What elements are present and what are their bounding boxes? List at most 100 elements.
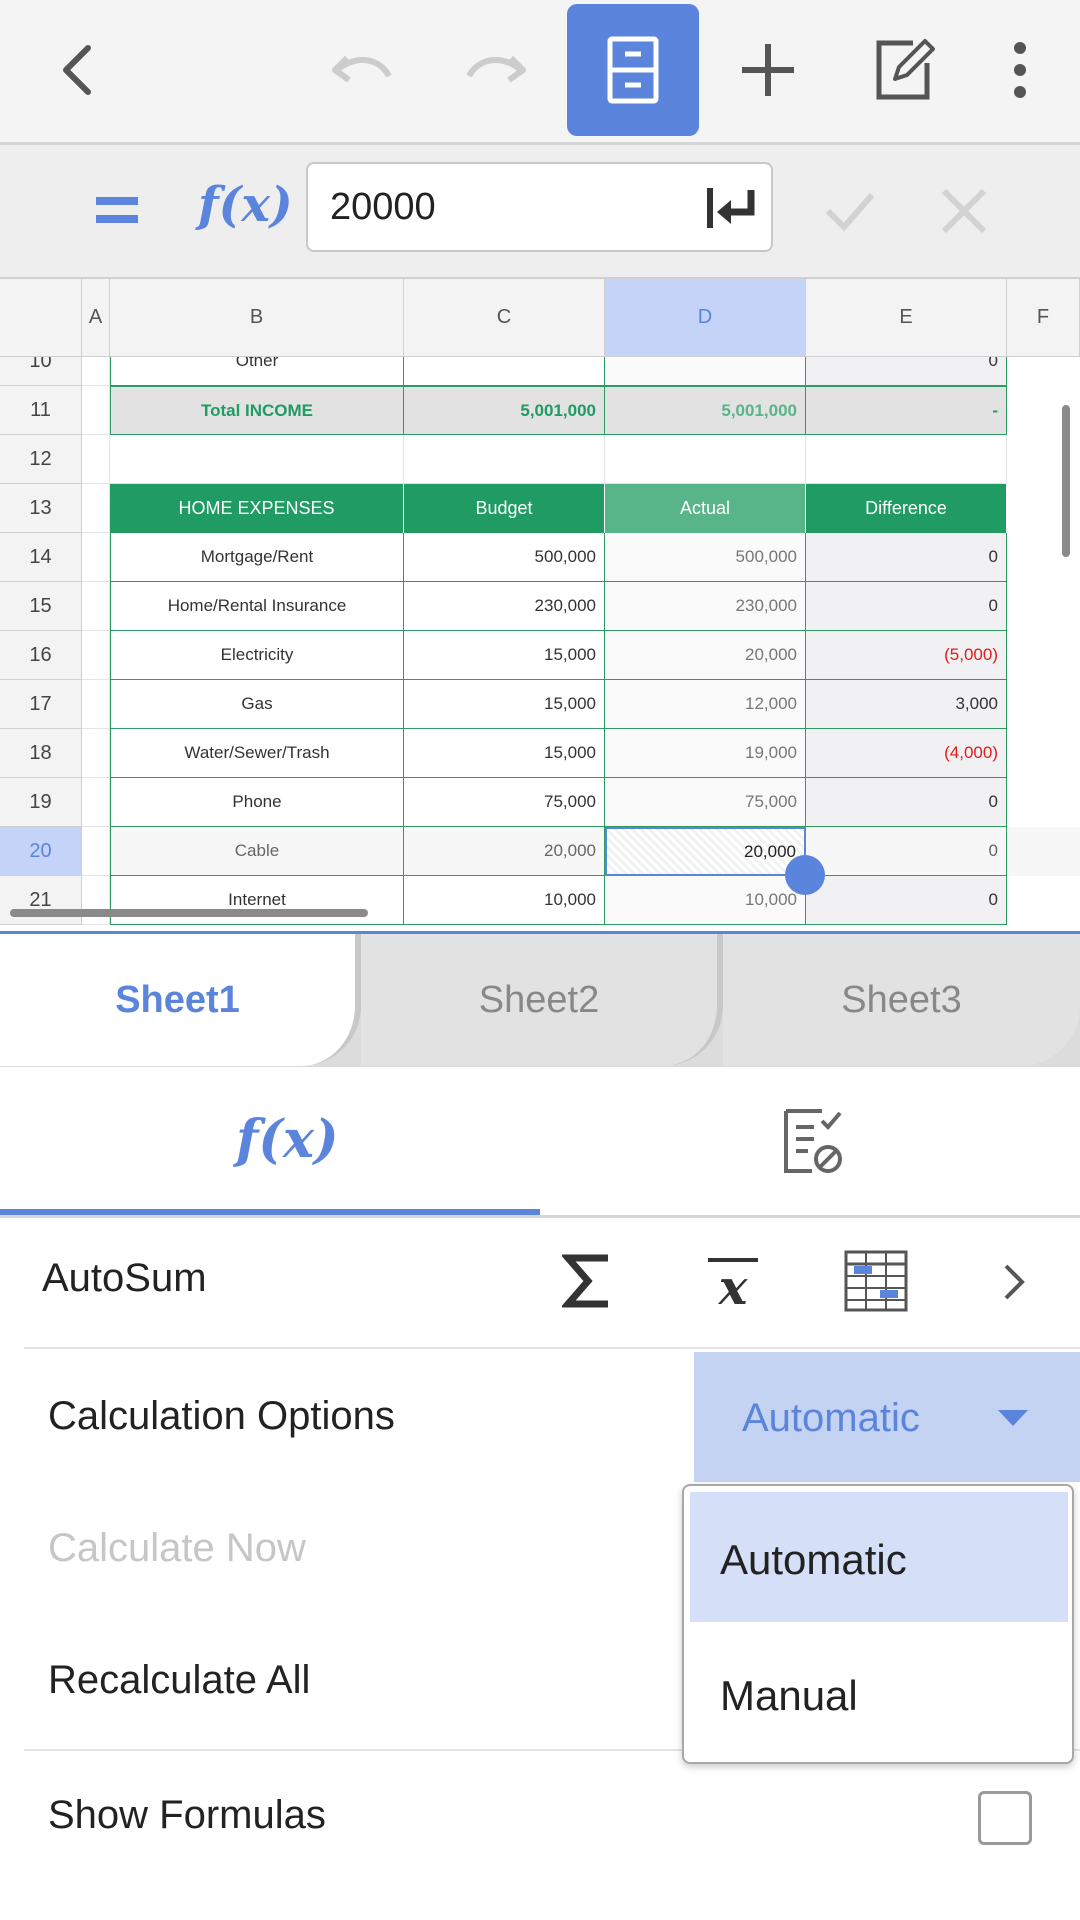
cell-d[interactable]: 10,000 [605, 876, 806, 925]
cell-b[interactable]: HOME EXPENSES [110, 484, 404, 533]
cell-c[interactable]: 15,000 [404, 680, 605, 729]
confirm-button[interactable] [820, 181, 880, 246]
cell-d[interactable]: 19,000 [605, 729, 806, 778]
cell-c[interactable]: 15,000 [404, 631, 605, 680]
equals-button[interactable] [84, 185, 150, 240]
column-header-a[interactable]: A [82, 279, 110, 357]
cell-f[interactable] [1007, 778, 1080, 827]
cell-e[interactable]: (4,000) [806, 729, 1007, 778]
spreadsheet-grid[interactable]: A B C D E F 10 Other 0 11 Total INCOME 5,001,… [0, 279, 1080, 931]
cell-c[interactable]: 500,000 [404, 533, 605, 582]
cell-c[interactable]: 15,000 [404, 729, 605, 778]
cell-c[interactable] [404, 435, 605, 484]
recalculate-all-label[interactable]: Recalculate All [48, 1658, 310, 1703]
cancel-button[interactable] [934, 181, 994, 246]
cell-e[interactable]: 0 [806, 778, 1007, 827]
sheet-tab-2[interactable]: Sheet2 [361, 934, 723, 1066]
cell-a[interactable] [82, 778, 110, 827]
sum-button[interactable] [560, 1252, 614, 1315]
table-button[interactable] [844, 1250, 908, 1317]
row-header[interactable]: 20 [0, 827, 82, 876]
column-header-c[interactable]: C [404, 279, 605, 357]
cell-a[interactable] [82, 484, 110, 533]
cell-d[interactable]: 5,001,000 [605, 386, 806, 435]
cell-d[interactable]: 75,000 [605, 778, 806, 827]
undo-button[interactable] [296, 4, 428, 136]
autosum-label[interactable]: AutoSum [42, 1256, 207, 1301]
cell-b[interactable]: Gas [110, 680, 404, 729]
cell-b[interactable]: Home/Rental Insurance [110, 582, 404, 631]
cell-d[interactable]: 20,000 [605, 631, 806, 680]
row-header[interactable]: 12 [0, 435, 82, 484]
file-button[interactable] [567, 4, 699, 136]
average-button[interactable]: x [706, 1256, 760, 1317]
autosum-next-button[interactable] [998, 1262, 1030, 1307]
row-header[interactable]: 17 [0, 680, 82, 729]
cell-b[interactable]: Mortgage/Rent [110, 533, 404, 582]
cell-b[interactable]: Total INCOME [110, 386, 404, 435]
row-header[interactable]: 21 [0, 876, 82, 925]
cell-c[interactable] [404, 357, 605, 386]
row-header[interactable]: 13 [0, 484, 82, 533]
cell-a[interactable] [82, 386, 110, 435]
column-header-b[interactable]: B [110, 279, 404, 357]
cell-d[interactable] [605, 357, 806, 386]
sheet-tab-1[interactable]: Sheet1 [0, 934, 361, 1066]
cell-a[interactable] [82, 827, 110, 876]
review-tab[interactable] [782, 1107, 846, 1182]
cell-e[interactable]: 0 [806, 533, 1007, 582]
cell-c[interactable]: 10,000 [404, 876, 605, 925]
row-header[interactable]: 18 [0, 729, 82, 778]
fx-icon[interactable]: f(x) [198, 177, 293, 233]
cell-a[interactable] [82, 680, 110, 729]
cell-b[interactable]: Electricity [110, 631, 404, 680]
cell-e[interactable]: 0 [806, 357, 1007, 386]
cell-e[interactable]: 0 [806, 827, 1007, 876]
cell-f[interactable] [1007, 631, 1080, 680]
cell-a[interactable] [82, 533, 110, 582]
menu-option-manual[interactable]: Manual [690, 1628, 1068, 1758]
edit-button[interactable] [838, 4, 970, 136]
cell-f[interactable] [1007, 827, 1080, 876]
cell-c[interactable]: 5,001,000 [404, 386, 605, 435]
redo-button[interactable] [430, 4, 562, 136]
column-header-d[interactable]: D [605, 279, 806, 357]
cell-c[interactable]: 230,000 [404, 582, 605, 631]
cell-b[interactable]: Phone [110, 778, 404, 827]
row-header[interactable]: 19 [0, 778, 82, 827]
show-formulas-checkbox[interactable] [978, 1791, 1032, 1845]
cell-f[interactable] [1007, 357, 1080, 386]
cell-f[interactable] [1007, 582, 1080, 631]
vertical-scrollbar[interactable] [1062, 405, 1070, 557]
row-header[interactable]: 15 [0, 582, 82, 631]
enter-icon[interactable] [703, 184, 757, 232]
row-header[interactable]: 11 [0, 386, 82, 435]
cell-d[interactable]: 500,000 [605, 533, 806, 582]
cell-e[interactable]: 0 [806, 876, 1007, 925]
cell-c[interactable]: 75,000 [404, 778, 605, 827]
formula-input[interactable]: 20000 [306, 162, 773, 252]
row-header[interactable]: 10 [0, 357, 82, 386]
formula-tab-icon[interactable]: f(x) [236, 1109, 339, 1170]
cell-a[interactable] [82, 357, 110, 386]
calculate-now-label[interactable]: Calculate Now [48, 1526, 306, 1571]
horizontal-scrollbar[interactable] [10, 909, 368, 917]
cell-e[interactable]: Difference [806, 484, 1007, 533]
menu-option-automatic[interactable]: Automatic [690, 1492, 1068, 1622]
more-button[interactable] [954, 4, 1080, 136]
sheet-tab-3[interactable]: Sheet3 [723, 934, 1080, 1066]
cell-b[interactable]: Other [110, 357, 404, 386]
cell-c[interactable]: Budget [404, 484, 605, 533]
calculation-options-select[interactable]: Automatic [694, 1352, 1080, 1482]
column-header-e[interactable]: E [806, 279, 1007, 357]
grid-body[interactable]: 10 Other 0 11 Total INCOME 5,001,000 5,001,000… [0, 357, 1080, 931]
row-header[interactable]: 16 [0, 631, 82, 680]
cell-a[interactable] [82, 631, 110, 680]
cell-f[interactable] [1007, 729, 1080, 778]
cell-a[interactable] [82, 729, 110, 778]
selection-handle[interactable] [785, 855, 825, 895]
cell-d[interactable]: 20,000 [605, 827, 806, 876]
cell-e[interactable]: 3,000 [806, 680, 1007, 729]
cell-a[interactable] [82, 876, 110, 925]
cell-e[interactable]: (5,000) [806, 631, 1007, 680]
